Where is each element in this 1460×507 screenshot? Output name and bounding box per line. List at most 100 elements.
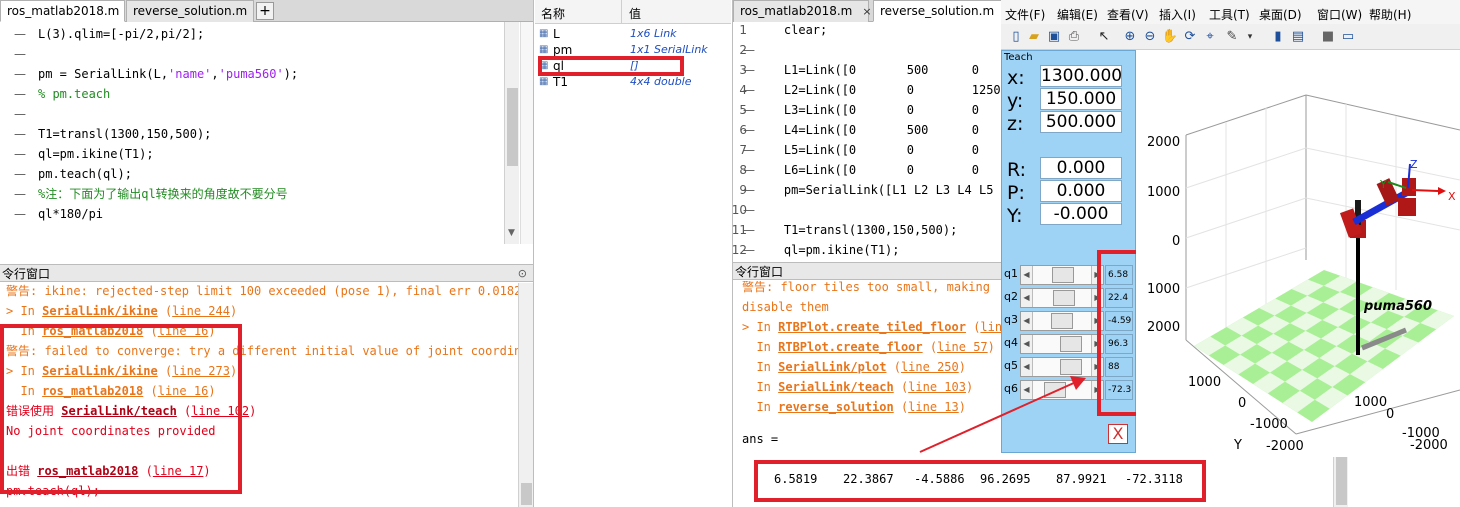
slider-thumb[interactable] <box>1051 267 1074 283</box>
output-text: ( <box>157 304 173 318</box>
code-line: T1=transl(1300,150,500); <box>38 127 212 141</box>
function-link[interactable]: RTBPlot.create_tiled_floor <box>778 320 966 334</box>
menu-item[interactable]: 工具(T) <box>1209 6 1250 23</box>
line-number: 1 <box>739 23 747 37</box>
line-link[interactable]: line 57 <box>937 340 988 354</box>
answer-value: 87.9921 <box>1056 472 1107 486</box>
print-icon[interactable]: ⎙ <box>1065 28 1083 46</box>
save-icon[interactable]: ▣ <box>1045 28 1063 46</box>
output-line: > In SerialLink/ikine (line 244) <box>6 301 237 321</box>
rotate-icon[interactable]: ⟳ <box>1181 28 1199 46</box>
output-line: In RTBPlot.create_floor (line 57) <box>742 337 994 357</box>
tab-label: ros_matlab2018.m <box>7 4 120 18</box>
function-link[interactable]: SerialLink/ikine <box>42 304 158 318</box>
open-folder-icon[interactable]: ▰ <box>1025 28 1043 46</box>
line-number: 4 <box>739 83 747 97</box>
variable-name[interactable]: T1 <box>553 74 568 90</box>
joint-slider[interactable]: ◀ ▶ <box>1020 311 1104 331</box>
menu-item[interactable]: 桌面(D) <box>1259 6 1302 23</box>
workspace-col-value[interactable]: 值 <box>629 5 641 22</box>
add-tab-icon[interactable]: + <box>256 2 274 20</box>
zoom-out-icon[interactable]: ⊖ <box>1141 28 1159 46</box>
robot-plot[interactable]: Z Y X puma560 <box>1136 50 1460 457</box>
tab-reverse-solution[interactable]: reverse_solution.m× <box>126 0 266 22</box>
slider-left-arrow-icon[interactable]: ◀ <box>1021 335 1033 353</box>
pan-icon[interactable]: ✋ <box>1161 28 1179 46</box>
r-label: R: <box>1007 159 1027 181</box>
slider-thumb[interactable] <box>1050 313 1073 329</box>
function-link[interactable]: SerialLink/plot <box>778 360 886 374</box>
slider-left-arrow-icon[interactable]: ◀ <box>1021 289 1033 307</box>
left-command-scrollbar[interactable] <box>518 283 533 507</box>
data-cursor-icon[interactable]: ⌖ <box>1201 28 1219 46</box>
menu-item[interactable]: 编辑(E) <box>1057 6 1098 23</box>
right-editor-code[interactable]: 1— clear; 2—3— L1=Link([0 500 0 4— L2=Link… <box>733 22 1001 262</box>
function-link[interactable]: reverse_solution <box>778 400 894 414</box>
pointer-icon[interactable]: ↖ <box>1095 28 1113 46</box>
variable-value: 4x4 double <box>630 75 692 88</box>
panel-menu-icon[interactable]: ⊙ <box>518 265 527 283</box>
function-link[interactable]: RTBPlot.create_floor <box>778 340 923 354</box>
slider-thumb[interactable] <box>1060 336 1082 352</box>
legend-icon[interactable]: ▤ <box>1289 28 1307 46</box>
tab-reverse-solution[interactable]: reverse_solution.m <box>873 0 1003 22</box>
yaw-value: -0.000 <box>1040 203 1122 225</box>
highlight-box-answer: 6.5819 22.3867 -4.5886 96.2695 87.9921 -72.31… <box>754 460 1206 502</box>
joint-slider[interactable]: ◀ ▶ <box>1020 288 1104 308</box>
tab-label: reverse_solution.m <box>133 4 248 18</box>
colorbar-icon[interactable]: ▮ <box>1269 28 1287 46</box>
output-prefix: > In <box>742 320 779 334</box>
joint-slider[interactable]: ◀ ▶ <box>1020 334 1104 354</box>
y-tick-label: -1000 <box>1250 417 1288 432</box>
joint-slider[interactable]: ◀ ▶ <box>1020 265 1104 285</box>
y-tick-label: 0 <box>1238 396 1247 411</box>
zoom-in-icon[interactable]: ⊕ <box>1121 28 1139 46</box>
tab-label: reverse_solution.m <box>880 4 995 18</box>
chevron-down-icon[interactable]: ▼ <box>508 228 515 238</box>
yaw-label: Y: <box>1007 205 1023 227</box>
figure-menubar: 文件(F) 编辑(E) 查看(V) 插入(I) 工具(T) 桌面(D) 窗口(W) 帮助(H) <box>1001 0 1460 24</box>
workspace-col-name[interactable]: 名称 <box>541 5 565 22</box>
new-figure-icon[interactable]: ▯ <box>1007 28 1025 46</box>
left-editor-scrollbar[interactable]: ▼ <box>504 22 519 244</box>
splitter[interactable] <box>533 0 534 507</box>
tab-ros-matlab2018[interactable]: ros_matlab2018.m× <box>733 0 872 22</box>
code-line: clear; <box>755 23 828 37</box>
menu-item[interactable]: 插入(I) <box>1159 6 1196 23</box>
answer-value: -4.5886 <box>914 472 965 486</box>
slider-thumb[interactable] <box>1053 290 1076 306</box>
show-plot-tools-icon[interactable]: ▭ <box>1339 28 1357 46</box>
tab-ros-matlab2018[interactable]: ros_matlab2018.m× <box>0 0 139 22</box>
z-tick-label: 2000 <box>1147 135 1181 150</box>
left-editor-tabbar: ros_matlab2018.m× reverse_solution.m× + <box>0 0 533 22</box>
x-tick-label: -2000 <box>1410 438 1448 453</box>
x-tick-label: 1000 <box>1354 395 1388 410</box>
brush-icon[interactable]: ✎ <box>1223 28 1241 46</box>
column-divider[interactable] <box>621 0 622 24</box>
close-teach-button[interactable]: X <box>1108 424 1128 444</box>
slider-left-arrow-icon[interactable]: ◀ <box>1021 312 1033 330</box>
menu-item[interactable]: 窗口(W) <box>1317 6 1362 23</box>
close-icon[interactable]: × <box>862 2 871 22</box>
output-text: ( <box>922 340 938 354</box>
code-line: L2=Link([0 0 1250 <box>755 83 1001 97</box>
y-tick-label: 1000 <box>1188 375 1222 390</box>
slider-left-arrow-icon[interactable]: ◀ <box>1021 266 1033 284</box>
ans-label: ans = <box>742 432 779 446</box>
hide-plot-tools-icon[interactable]: ■ <box>1319 28 1337 46</box>
left-editor-code[interactable]: — L(3).qlim=[-pi/2,pi/2]; — — pm = SerialLin… <box>0 22 520 244</box>
variable-icon: ▦ <box>539 76 549 87</box>
variable-name[interactable]: L <box>553 26 560 42</box>
code-line: pm = SerialLink(L,'name','puma560'); <box>38 67 299 81</box>
function-link[interactable]: SerialLink/teach <box>778 380 894 394</box>
scroll-thumb[interactable] <box>521 483 532 505</box>
menu-item[interactable]: 文件(F) <box>1005 6 1045 23</box>
output-prefix: In <box>742 380 779 394</box>
chevron-down-icon[interactable]: ▾ <box>1241 28 1259 46</box>
code-line: L4=Link([0 500 0 <box>755 123 979 137</box>
menu-item[interactable]: 查看(V) <box>1107 6 1149 23</box>
scroll-thumb[interactable] <box>507 88 518 166</box>
line-link[interactable]: line 244 <box>172 304 230 318</box>
output-line: 警告: floor tiles too small, making <box>742 281 990 294</box>
menu-item[interactable]: 帮助(H) <box>1369 6 1411 23</box>
